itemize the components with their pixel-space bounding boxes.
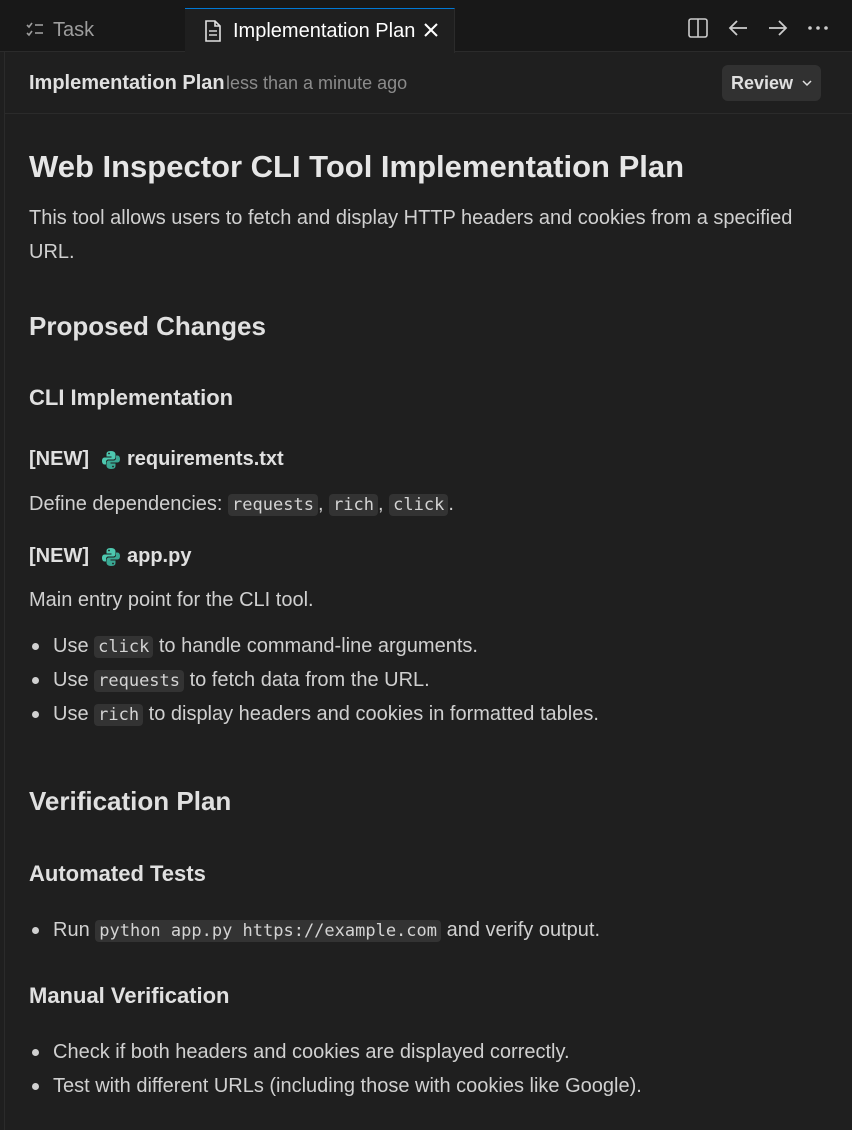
bullet-text: to fetch data from the URL. [184,669,430,691]
manual-verification-heading: Manual Verification [29,983,230,1008]
header-timestamp: less than a minute ago [226,73,408,93]
requests-code: requests [94,670,185,692]
dep-click-code: click [389,494,449,516]
tab-task[interactable]: Task [5,8,185,52]
requirements-file-link[interactable]: requirements.txt [127,448,284,471]
new-tag: [NEW] [29,545,89,567]
document-icon [205,20,221,42]
tab-implementation-plan-label: Implementation Plan [233,19,416,42]
requirements-desc-prefix: Define dependencies: [29,493,229,515]
forward-button[interactable] [766,16,790,40]
chevron-down-icon [802,80,812,87]
bullet-prefix: Use [53,669,95,691]
bullet-text: and verify output. [441,919,600,941]
tab-implementation-plan[interactable]: Implementation Plan [185,8,455,53]
review-button[interactable]: Review [722,65,821,101]
app-file-heading: [NEW] app.py [29,545,191,568]
tab-bar: Task Implementation Plan [0,0,852,53]
app-bullet-list: Use click to handle command-line argumen… [29,629,599,731]
dep-requests-code: requests [228,494,318,516]
arrow-right-icon [769,20,788,36]
rich-code: rich [94,704,144,726]
bullet-text: to handle command-line arguments. [153,635,478,657]
run-command-code: python app.py https://example.com [95,920,442,942]
more-actions-button[interactable] [806,16,830,40]
bullet-prefix: Use [53,703,95,725]
list-item: Use requests to fetch data from the URL. [29,663,599,697]
manual-verification-list: Check if both headers and cookies are di… [29,1035,642,1103]
list-item: Use click to handle command-line argumen… [29,629,599,663]
list-item: Use rich to display headers and cookies … [29,697,599,731]
checklist-icon [26,22,43,37]
arrow-left-icon [728,20,747,36]
proposed-changes-heading: Proposed Changes [29,311,266,341]
list-item: Check if both headers and cookies are di… [29,1035,642,1069]
list-item: Test with different URLs (including thos… [29,1069,642,1103]
panel-left-border [4,52,5,1130]
dep-suffix: . [448,493,454,515]
intro-paragraph: This tool allows users to fetch and disp… [29,207,793,263]
split-editor-button[interactable] [686,16,710,40]
cli-implementation-heading: CLI Implementation [29,385,234,410]
automated-tests-list: Run python app.py https://example.com an… [29,913,600,947]
more-icon [808,26,828,30]
review-label: Review [731,72,794,93]
python-icon [101,450,120,469]
plan-header: Implementation Plan less than a minute a… [5,52,852,114]
automated-tests-heading: Automated Tests [29,861,206,886]
python-icon [101,547,120,566]
app-file-link[interactable]: app.py [127,545,191,568]
click-code: click [94,636,154,658]
dep-separator: , [317,493,330,515]
bullet-prefix: Use [53,635,95,657]
document-title: Web Inspector CLI Tool Implementation Pl… [29,149,685,184]
bullet-text: to display headers and cookies in format… [143,703,599,725]
close-icon[interactable] [420,19,442,41]
tab-task-label: Task [53,18,95,41]
verification-plan-heading: Verification Plan [29,786,232,816]
split-editor-icon [688,18,708,38]
requirements-file-heading: [NEW] requirements.txt [29,448,284,471]
list-item: Run python app.py https://example.com an… [29,913,600,947]
back-button[interactable] [726,16,750,40]
editor-actions [686,16,830,40]
requirements-description: Define dependencies: requests, rich, cli… [29,487,454,522]
bullet-prefix: Run [53,919,96,941]
app-description: Main entry point for the CLI tool. [29,589,314,611]
new-tag: [NEW] [29,448,89,470]
header-title: Implementation Plan [29,72,225,94]
dep-rich-code: rich [329,494,379,516]
dep-separator: , [378,493,390,515]
